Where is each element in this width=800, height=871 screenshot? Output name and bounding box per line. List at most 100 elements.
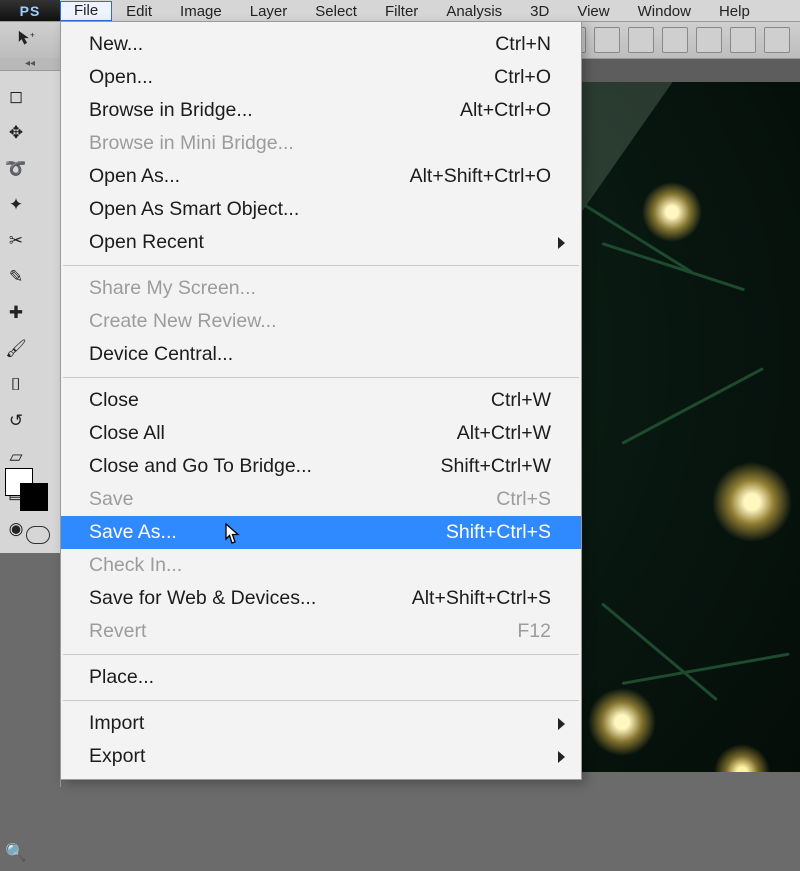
- menu-bar-items: FileEditImageLayerSelectFilterAnalysis3D…: [60, 0, 764, 21]
- dist-vcenter-button[interactable]: [696, 27, 722, 53]
- brush-tool[interactable]: 🖌: [1, 333, 31, 365]
- background-color-swatch[interactable]: [20, 483, 48, 511]
- align-right-button[interactable]: [628, 27, 654, 53]
- menu-item-label: Save As...: [89, 521, 446, 544]
- menu-separator: [63, 377, 579, 378]
- menu-edit[interactable]: Edit: [112, 0, 166, 21]
- menu-window[interactable]: Window: [624, 0, 705, 21]
- menu-item-shortcut: Alt+Ctrl+O: [460, 99, 551, 122]
- crop-tool[interactable]: ✂: [1, 225, 31, 257]
- menu-item-close-and-go-to-bridge[interactable]: Close and Go To Bridge...Shift+Ctrl+W: [61, 450, 581, 483]
- menu-item-open-as-smart-object[interactable]: Open As Smart Object...: [61, 193, 581, 226]
- menu-item-shortcut: Alt+Ctrl+W: [457, 422, 551, 445]
- menu-item-new[interactable]: New...Ctrl+N: [61, 28, 581, 61]
- menu-item-label: Share My Screen...: [89, 277, 551, 300]
- menu-item-shortcut: F12: [517, 620, 551, 643]
- menu-filter[interactable]: Filter: [371, 0, 432, 21]
- menu-separator: [63, 265, 579, 266]
- menu-item-label: Device Central...: [89, 343, 551, 366]
- menu-item-place[interactable]: Place...: [61, 661, 581, 694]
- menu-file[interactable]: File: [60, 1, 112, 21]
- submenu-arrow-icon: [558, 237, 565, 249]
- marquee-tool[interactable]: ◻: [1, 81, 31, 113]
- menu-item-label: Close All: [89, 422, 457, 445]
- healing-tool[interactable]: ✚: [1, 297, 31, 329]
- menu-item-label: Place...: [89, 666, 551, 689]
- quick-mask-icon[interactable]: [26, 526, 50, 544]
- align-center-button[interactable]: [594, 27, 620, 53]
- menu-item-label: New...: [89, 33, 495, 56]
- menu-item-label: Open...: [89, 66, 494, 89]
- menu-item-revert: RevertF12: [61, 615, 581, 648]
- menu-view[interactable]: View: [563, 0, 623, 21]
- eyedropper-tool[interactable]: ✎: [1, 261, 31, 293]
- menu-item-label: Create New Review...: [89, 310, 551, 333]
- menu-3d[interactable]: 3D: [516, 0, 563, 21]
- menu-item-save-for-web-devices[interactable]: Save for Web & Devices...Alt+Shift+Ctrl+…: [61, 582, 581, 615]
- menu-separator: [63, 700, 579, 701]
- lasso-tool[interactable]: ➰: [1, 153, 31, 185]
- tools-collapse-toggle[interactable]: ◂◂: [0, 58, 60, 71]
- menu-separator: [63, 654, 579, 655]
- menu-item-save: SaveCtrl+S: [61, 483, 581, 516]
- svg-text:+: +: [30, 30, 35, 39]
- menu-item-browse-in-mini-bridge: Browse in Mini Bridge...: [61, 127, 581, 160]
- menu-item-label: Close: [89, 389, 491, 412]
- tools-panel: ◂◂ ◻✥➰✦✂✎✚🖌⌷↺▱▤◉☼✒T▶▭③✋⟳🔍: [0, 58, 61, 787]
- menu-item-close-all[interactable]: Close AllAlt+Ctrl+W: [61, 417, 581, 450]
- menu-item-create-new-review: Create New Review...: [61, 305, 581, 338]
- menu-analysis[interactable]: Analysis: [432, 0, 516, 21]
- menu-item-shortcut: Ctrl+N: [495, 33, 551, 56]
- menu-item-save-as[interactable]: Save As...Shift+Ctrl+S: [61, 516, 581, 549]
- menu-item-label: Close and Go To Bridge...: [89, 455, 440, 478]
- zoom-tool[interactable]: 🔍: [1, 837, 31, 869]
- menu-item-browse-in-bridge[interactable]: Browse in Bridge...Alt+Ctrl+O: [61, 94, 581, 127]
- blur-tool[interactable]: ◉: [1, 513, 31, 545]
- menu-item-check-in: Check In...: [61, 549, 581, 582]
- menu-item-label: Save: [89, 488, 496, 511]
- menu-item-label: Open As Smart Object...: [89, 198, 551, 221]
- menu-image[interactable]: Image: [166, 0, 236, 21]
- alignment-button-group: [560, 27, 800, 53]
- submenu-arrow-icon: [558, 718, 565, 730]
- menu-item-shortcut: Alt+Shift+Ctrl+O: [410, 165, 551, 188]
- history-brush-tool[interactable]: ↺: [1, 405, 31, 437]
- menu-item-open-as[interactable]: Open As...Alt+Shift+Ctrl+O: [61, 160, 581, 193]
- dist-bottom-button[interactable]: [730, 27, 756, 53]
- menu-item-label: Export: [89, 745, 551, 768]
- menu-bar: PS FileEditImageLayerSelectFilterAnalysi…: [0, 0, 800, 22]
- dist-top-button[interactable]: [662, 27, 688, 53]
- menu-item-label: Browse in Bridge...: [89, 99, 460, 122]
- menu-item-import[interactable]: Import: [61, 707, 581, 740]
- menu-item-shortcut: Ctrl+W: [491, 389, 551, 412]
- stamp-tool[interactable]: ⌷: [1, 369, 31, 401]
- menu-item-open-recent[interactable]: Open Recent: [61, 226, 581, 259]
- menu-item-label: Check In...: [89, 554, 551, 577]
- quick-select-tool[interactable]: ✦: [1, 189, 31, 221]
- tools-panel-empty: [0, 553, 60, 833]
- menu-item-shortcut: Shift+Ctrl+S: [446, 521, 551, 544]
- menu-item-label: Browse in Mini Bridge...: [89, 132, 551, 155]
- menu-layer[interactable]: Layer: [236, 0, 302, 21]
- more-button[interactable]: [764, 27, 790, 53]
- menu-item-shortcut: Ctrl+O: [494, 66, 551, 89]
- menu-item-label: Save for Web & Devices...: [89, 587, 412, 610]
- menu-item-open[interactable]: Open...Ctrl+O: [61, 61, 581, 94]
- menu-item-shortcut: Shift+Ctrl+W: [440, 455, 551, 478]
- menu-item-close[interactable]: CloseCtrl+W: [61, 384, 581, 417]
- menu-select[interactable]: Select: [301, 0, 371, 21]
- menu-item-export[interactable]: Export: [61, 740, 581, 773]
- move-tool-icon: +: [17, 29, 39, 51]
- file-menu-dropdown: New...Ctrl+NOpen...Ctrl+OBrowse in Bridg…: [60, 21, 582, 780]
- menu-item-label: Revert: [89, 620, 517, 643]
- menu-item-label: Import: [89, 712, 551, 735]
- menu-item-label: Open Recent: [89, 231, 551, 254]
- menu-item-shortcut: Ctrl+S: [496, 488, 551, 511]
- menu-item-label: Open As...: [89, 165, 410, 188]
- menu-item-shortcut: Alt+Shift+Ctrl+S: [412, 587, 551, 610]
- menu-item-share-my-screen: Share My Screen...: [61, 272, 581, 305]
- menu-item-device-central[interactable]: Device Central...: [61, 338, 581, 371]
- submenu-arrow-icon: [558, 751, 565, 763]
- move-behind-tool[interactable]: ✥: [1, 117, 31, 149]
- menu-help[interactable]: Help: [705, 0, 764, 21]
